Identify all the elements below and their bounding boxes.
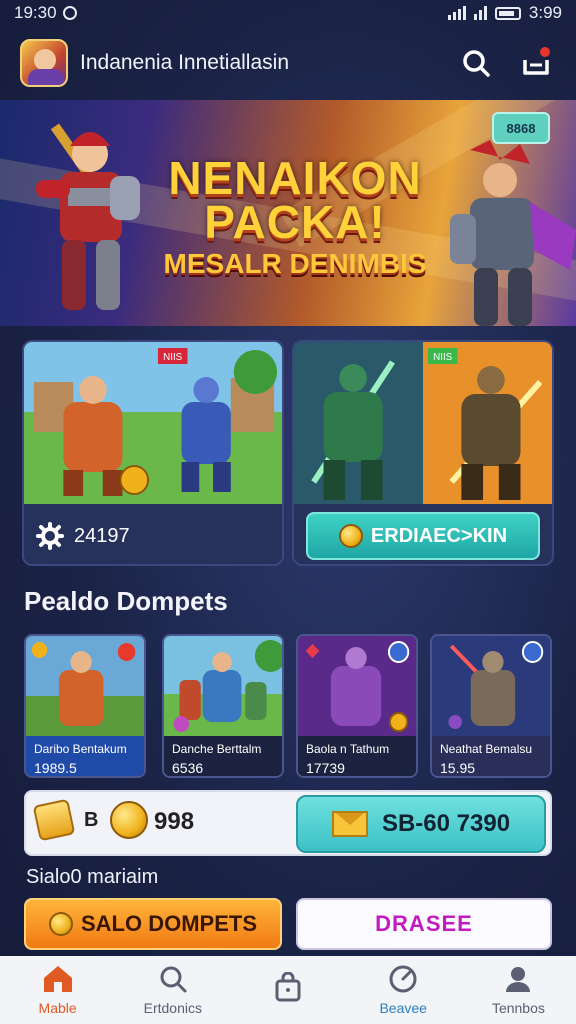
item-card[interactable]: Neathat Bemalsu 15.95 [430, 634, 552, 778]
promo-action-label: ERDIAEC>KIN [370, 524, 508, 547]
item-art [26, 636, 144, 736]
promo-stat-value: 24197 [74, 524, 130, 547]
item-art [432, 636, 550, 736]
promo-art-village: NIIS [24, 342, 282, 504]
balance-value: 998 [154, 808, 195, 835]
item-price: 17739 [306, 760, 345, 776]
nav-item-shop[interactable] [230, 956, 345, 1024]
wifi-signal-icon [473, 6, 487, 20]
warrior-right-illustration [450, 140, 576, 326]
coin-icon [110, 801, 149, 839]
battery-icon [494, 6, 521, 20]
item-name: Baola n Tathum [306, 742, 390, 756]
hero-title-line1: NENAIKON [168, 152, 422, 204]
hero-title: NENAIKON PACKA! MESALR DENIMBIS [150, 152, 440, 280]
promo-art-tag-left: NIIS [163, 352, 183, 363]
balance-action-button[interactable]: SB-60 7390 [296, 795, 546, 853]
item-art [298, 636, 416, 736]
gauge-icon [389, 965, 417, 993]
warrior-left-illustration [36, 123, 140, 310]
item-card[interactable]: Daribo Bentakum 1989.5 [24, 634, 146, 778]
envelope-icon [331, 811, 368, 837]
secondary-cta-label: DRASEE [375, 911, 473, 936]
nav-item-profile[interactable]: Tennbos [461, 956, 576, 1024]
item-card[interactable]: Danche Berttalm 6536 [162, 634, 284, 778]
item-name: Danche Berttalm [172, 742, 262, 756]
nav-label: Tennbos [491, 1000, 545, 1016]
item-price: 1989.5 [34, 760, 77, 776]
gear-icon [36, 522, 64, 550]
item-name: Daribo Bentakum [34, 742, 127, 756]
item-card[interactable]: Baola n Tathum 17739 [296, 634, 418, 778]
app-logo[interactable] [20, 39, 68, 87]
coin-icon [338, 524, 363, 548]
hero-badge[interactable]: 8868 [492, 112, 550, 144]
nav-item-activity[interactable]: Beavee [346, 956, 461, 1024]
item-price: 15.95 [440, 760, 476, 776]
item-art [164, 636, 282, 736]
notifications-button[interactable] [516, 43, 556, 83]
hero-title-line2: PACKA! [204, 196, 386, 248]
status-clock-right: 3:99 [528, 3, 562, 22]
coin-icon [48, 912, 73, 936]
bag-icon [275, 972, 301, 1002]
item-price: 6536 [172, 760, 204, 776]
home-icon [43, 966, 72, 992]
bottom-nav: Mable Ertdonics Beavee Tennbos [0, 956, 576, 1024]
nav-label: Ertdonics [143, 1000, 202, 1016]
nav-label: Beavee [379, 1000, 427, 1016]
app-header: Indanenia Innetiallasin [0, 30, 576, 96]
promo-art-battle: NIIS [294, 342, 552, 504]
secondary-cta-button[interactable]: DRASEE [296, 898, 552, 950]
promo-action-button[interactable]: ERDIAEC>KIN [306, 512, 540, 560]
hero-subtitle: MESALR DENIMBIS [163, 248, 427, 279]
gold-bar-icon [32, 798, 76, 842]
notification-dot [540, 47, 550, 57]
signal-icon [447, 6, 466, 20]
app-title: Indanenia Innetiallasin [80, 51, 289, 74]
item-name: Neathat Bemalsu [440, 742, 533, 756]
balance-badge: B [84, 808, 99, 831]
nav-item-search[interactable]: Ertdonics [115, 956, 230, 1024]
promo-card-right[interactable]: NIIS ERDIAEC>KIN [292, 340, 554, 566]
promo-card-left[interactable]: NIIS 24197 [22, 340, 284, 566]
profile-icon [506, 967, 531, 992]
promo-art-tag-right: NIIS [433, 352, 453, 363]
hero-banner[interactable]: NENAIKON PACKA! MESALR DENIMBIS 8868 [0, 100, 576, 326]
nav-item-home[interactable]: Mable [0, 956, 115, 1024]
notification-status-icon [62, 6, 77, 20]
search-icon [160, 966, 187, 993]
status-time: 19:30 [14, 3, 57, 22]
search-button[interactable] [456, 43, 496, 83]
promo-stat: 24197 [36, 522, 130, 550]
status-bar: 19:30 3:99 [0, 0, 576, 26]
sale-wallet-label: SALO DOMPETS [80, 911, 257, 936]
sale-wallet-button[interactable]: SALO DOMPETS [24, 898, 282, 950]
balance-action-label: SB-60 7390 [381, 810, 511, 837]
search-icon [463, 50, 490, 77]
balance-bar: B 998 SB-60 7390 [24, 790, 552, 856]
section-subtitle: Sialo0 mariaim [26, 866, 159, 888]
nav-label: Mable [38, 1000, 77, 1016]
section-title: Pealdo Dompets [24, 586, 228, 616]
